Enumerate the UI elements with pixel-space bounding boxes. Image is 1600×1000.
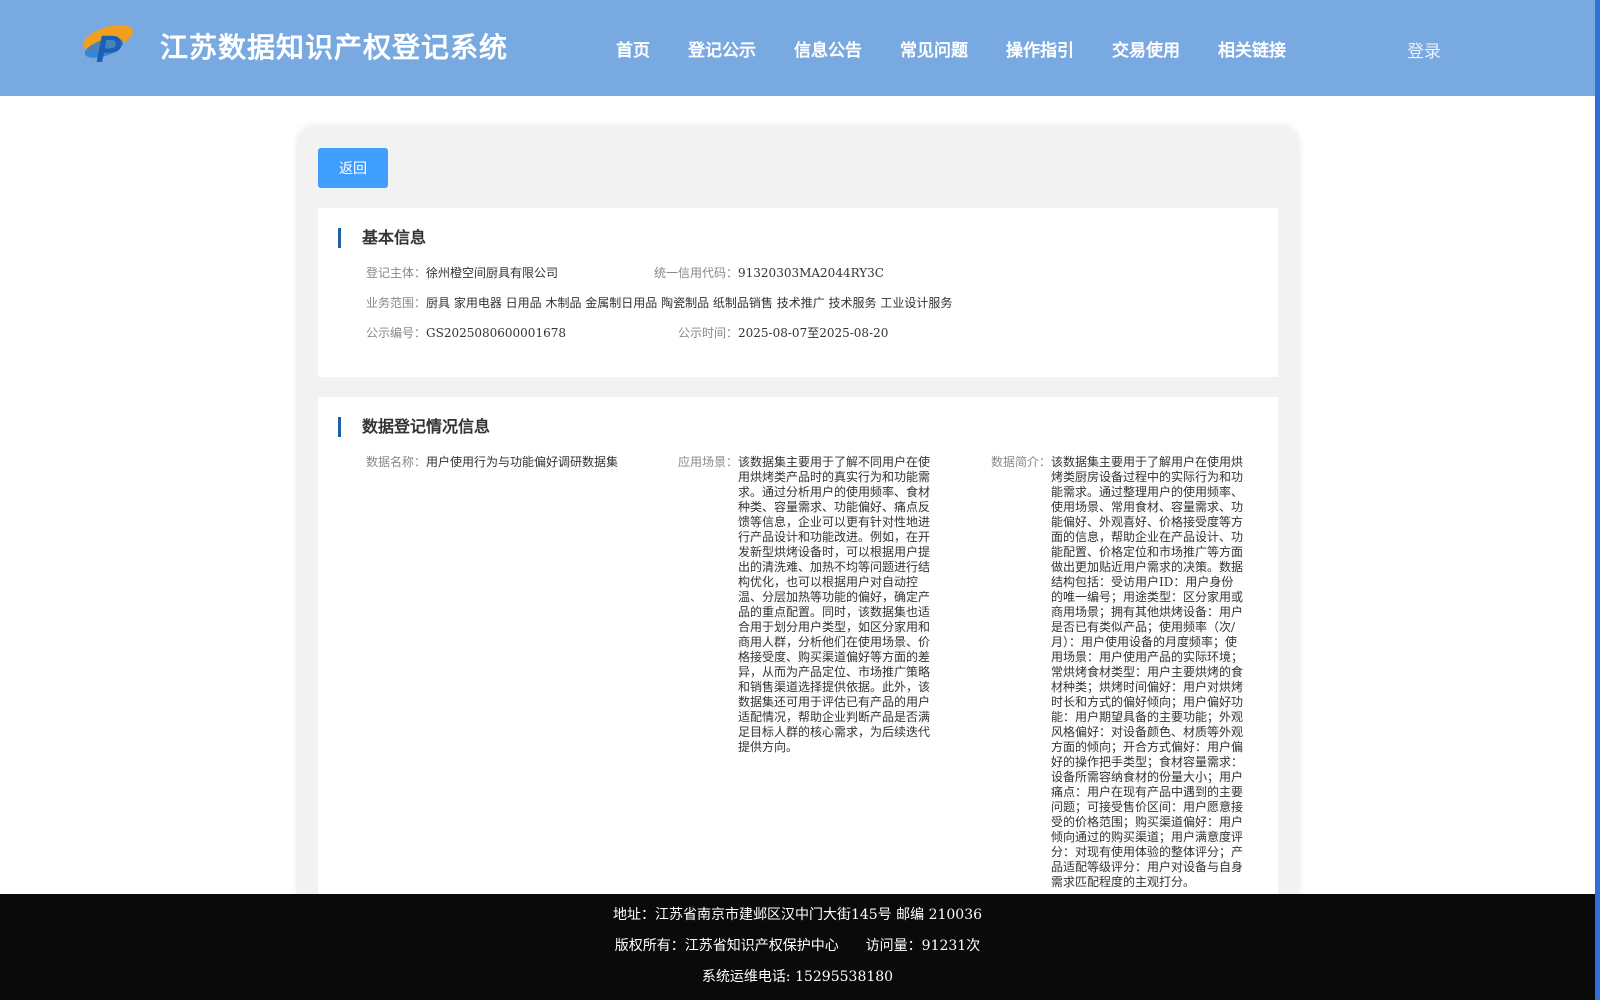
basic-info-panel: 基本信息 登记主体：徐州橙空间厨具有限公司 统一信用代码：91320303MA2… — [318, 208, 1278, 377]
section-title-text: 基本信息 — [362, 228, 427, 247]
field-value: 厨具 家用电器 日用品 木制品 金属制日用品 陶瓷制品 纸制品销售 技术推广 技… — [426, 296, 953, 310]
field-label: 业务范围： — [366, 296, 427, 310]
field-label: 数据名称： — [366, 455, 427, 469]
field-credit-code: 统一信用代码：91320303MA2044RY3C — [654, 266, 884, 281]
field-label: 应用场景： — [678, 455, 739, 469]
field-value: 该数据集主要用于了解不同用户在使用烘烤类产品时的真实行为和功能需求。通过分析用户… — [738, 455, 931, 754]
field-label: 公示编号： — [366, 326, 427, 340]
nav-home[interactable]: 首页 — [616, 36, 650, 61]
field-value: 徐州橙空间厨具有限公司 — [426, 266, 559, 280]
field-value: 该数据集主要用于了解用户在使用烘烤类厨房设备过程中的实际行为和功能需求。通过整理… — [1051, 455, 1244, 889]
field-publication-time: 公示时间：2025-08-07至2025-08-20 — [678, 326, 888, 341]
cp-logo-icon[interactable]: P — [78, 18, 140, 72]
nav-faq[interactable]: 常见问题 — [900, 36, 968, 61]
nav-registration-public[interactable]: 登记公示 — [688, 36, 756, 61]
svg-text:P: P — [96, 29, 122, 71]
nav-announcements[interactable]: 信息公告 — [794, 36, 862, 61]
field-label: 数据简介： — [991, 455, 1052, 469]
main-nav: 首页 登记公示 信息公告 常见问题 操作指引 交易使用 相关链接 — [616, 36, 1324, 61]
field-value: GS2025080600001678 — [426, 326, 566, 340]
field-label: 登记主体： — [366, 266, 427, 280]
footer-visits: 访问量：91231次 — [865, 938, 981, 954]
section-title-data: 数据登记情况信息 — [338, 417, 490, 437]
footer-copyright-line: 版权所有：江苏省知识产权保护中心 访问量：91231次 — [0, 935, 1595, 955]
field-value: 91320303MA2044RY3C — [738, 266, 884, 280]
back-button[interactable]: 返回 — [318, 148, 388, 188]
nav-related-links[interactable]: 相关链接 — [1218, 36, 1286, 61]
page-edge-strip — [1595, 0, 1600, 1000]
field-label: 统一信用代码： — [654, 266, 739, 280]
nav-trade-use[interactable]: 交易使用 — [1112, 36, 1180, 61]
footer-copyright: 版权所有：江苏省知识产权保护中心 — [614, 938, 839, 954]
section-bar — [338, 417, 341, 437]
footer-address: 地址：江苏省南京市建邺区汉中门大街145号 邮编 210036 — [612, 907, 983, 923]
field-publication-number: 公示编号：GS2025080600001678 — [366, 326, 566, 341]
field-value: 用户使用行为与功能偏好调研数据集 — [426, 455, 619, 469]
page-footer: 地址：江苏省南京市建邺区汉中门大街145号 邮编 210036 版权所有：江苏省… — [0, 894, 1595, 1000]
field-business-scope: 业务范围：厨具 家用电器 日用品 木制品 金属制日用品 陶瓷制品 纸制品销售 技… — [366, 296, 952, 311]
site-title: 江苏数据知识产权登记系统 — [160, 31, 509, 64]
footer-phone: 系统运维电话: 15295538180 — [701, 969, 894, 985]
nav-guide[interactable]: 操作指引 — [1006, 36, 1074, 61]
section-title-text: 数据登记情况信息 — [362, 417, 491, 436]
section-title-basic: 基本信息 — [338, 228, 426, 248]
field-data-name: 数据名称：用户使用行为与功能偏好调研数据集 — [366, 455, 618, 470]
field-value: 2025-08-07至2025-08-20 — [738, 326, 889, 340]
detail-card: 返回 基本信息 登记主体：徐州橙空间厨具有限公司 统一信用代码：91320303… — [298, 127, 1298, 1000]
field-subject: 登记主体：徐州橙空间厨具有限公司 — [366, 266, 558, 281]
login-link[interactable]: 登录 — [1407, 37, 1441, 62]
section-bar — [338, 228, 341, 248]
field-label: 公示时间： — [678, 326, 739, 340]
top-header: P 江苏数据知识产权登记系统 首页 登记公示 信息公告 常见问题 操作指引 交易… — [0, 0, 1595, 96]
